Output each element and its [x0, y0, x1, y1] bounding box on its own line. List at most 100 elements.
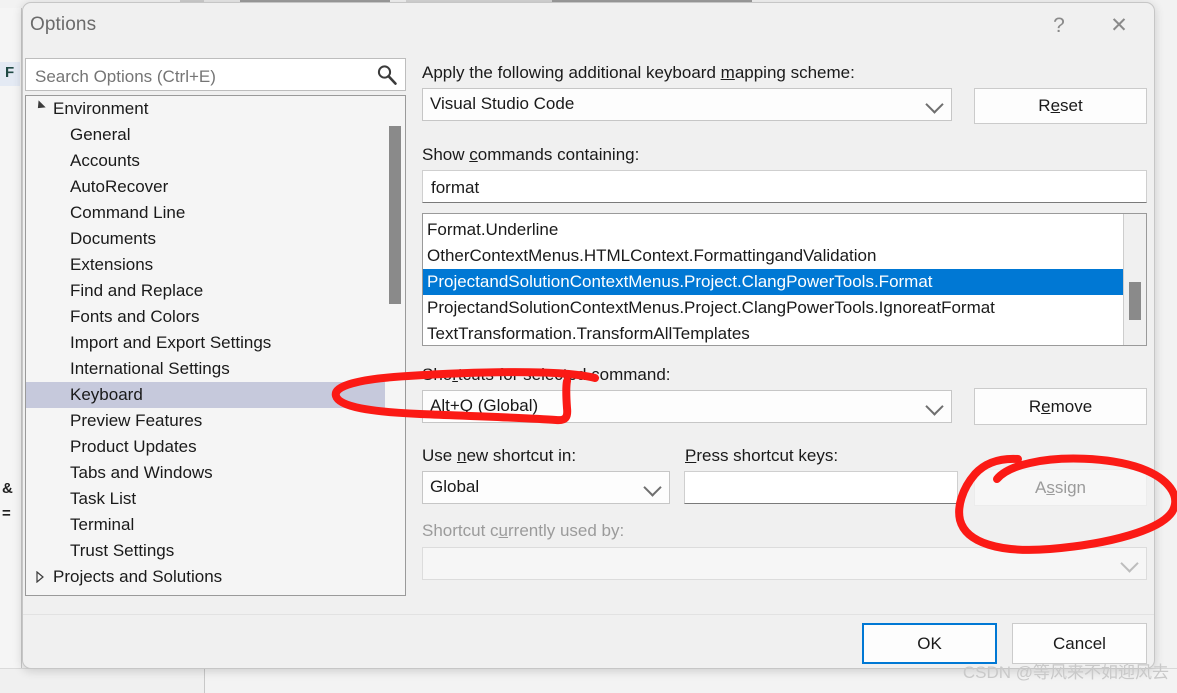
tree-scrollbar[interactable] — [385, 96, 405, 595]
reset-button[interactable]: Reset — [974, 88, 1147, 124]
chevron-down-icon[interactable] — [643, 478, 662, 497]
use-new-shortcut-label-post: ew shortcut in: — [466, 446, 577, 465]
currently-used-label: Shortcut currently used by: — [422, 521, 624, 541]
command-list-item[interactable]: TextTransformation.TransformAllTemplates — [423, 321, 1124, 345]
search-icon[interactable] — [376, 64, 398, 86]
tree-item-find-and-replace[interactable]: Find and Replace — [26, 278, 385, 304]
tree-item-label: Task List — [70, 489, 137, 508]
tree-item-task-list[interactable]: Task List — [26, 486, 385, 512]
tree-item-label: Projects and Solutions — [53, 567, 223, 586]
close-icon[interactable]: ✕ — [1096, 3, 1142, 47]
shortcuts-value: Alt+Q (Global) — [430, 396, 539, 415]
use-new-shortcut-label: Use new shortcut in: — [422, 446, 576, 466]
tree-item-label: Terminal — [70, 515, 135, 534]
tree-item-fonts-and-colors[interactable]: Fonts and Colors — [26, 304, 385, 330]
tree-item-international-settings[interactable]: International Settings — [26, 356, 385, 382]
show-commands-label-post: ommands containing: — [477, 145, 640, 164]
shortcuts-label: Shortcuts for selected command: — [422, 365, 671, 385]
tree-item-tabs-and-windows[interactable]: Tabs and Windows — [26, 460, 385, 486]
background-left-pane — [0, 8, 23, 673]
press-shortcut-label: Press shortcut keys: — [685, 446, 838, 466]
mapping-scheme-label-accel: m — [720, 63, 735, 82]
use-new-shortcut-value: Global — [430, 477, 480, 496]
remove-button[interactable]: Remove — [974, 388, 1147, 425]
options-category-tree[interactable]: Environment General Accounts AutoRecover Com… — [25, 95, 406, 596]
commands-scrollbar[interactable] — [1123, 214, 1146, 345]
press-shortcut-label-post: ress shortcut keys: — [696, 446, 839, 465]
tree-item-label: Trust Settings — [70, 541, 175, 560]
tree-item-accounts[interactable]: Accounts — [26, 148, 385, 174]
shortcuts-label-post: tcuts for selected command: — [457, 365, 671, 384]
tree-item-documents[interactable]: Documents — [26, 226, 385, 252]
mapping-scheme-combo[interactable]: Visual Studio Code — [422, 88, 952, 121]
footer-separator — [23, 614, 1154, 615]
tree-item-terminal[interactable]: Terminal — [26, 512, 385, 538]
options-dialog: Options ? ✕ Environment General Accounts Au… — [22, 2, 1155, 669]
tree-item-label: Fonts and Colors — [70, 307, 200, 326]
tree-item-environment[interactable]: Environment — [26, 96, 385, 122]
tree-item-import-and-export-settings[interactable]: Import and Export Settings — [26, 330, 385, 356]
mapping-scheme-value: Visual Studio Code — [430, 94, 575, 113]
tree-item-label: AutoRecover — [70, 177, 169, 196]
assign-button[interactable]: Assign — [974, 469, 1147, 506]
tree-item-projects-and-solutions[interactable]: Projects and Solutions — [26, 564, 385, 590]
reset-label: Reset — [1038, 96, 1083, 115]
command-list-item[interactable]: ProjectandSolutionContextMenus.Project.C… — [423, 295, 1124, 321]
help-icon[interactable]: ? — [1036, 3, 1082, 47]
commands-listbox[interactable]: Format.Underline OtherContextMenus.HTMLCo… — [422, 213, 1147, 346]
background-code-fragment-1: F — [5, 64, 15, 81]
show-commands-label-accel: c — [469, 145, 478, 164]
tree-item-keyboard[interactable]: Keyboard — [26, 382, 385, 408]
use-new-shortcut-combo[interactable]: Global — [422, 471, 670, 504]
mapping-scheme-label-pre: Apply the following additional keyboard — [422, 63, 721, 82]
tree-item-label: General — [70, 125, 131, 144]
show-commands-textbox[interactable] — [422, 170, 1147, 203]
background-status-left — [0, 668, 205, 693]
press-shortcut-input[interactable] — [691, 475, 946, 503]
chevron-down-icon[interactable] — [925, 397, 944, 416]
currently-used-combo — [422, 547, 1147, 580]
tree-item-label: Accounts — [70, 151, 140, 170]
dialog-title-bar: Options ? ✕ — [23, 3, 1154, 47]
background-code-fragment-2: & — [2, 480, 13, 497]
tree-item-label: Command Line — [70, 203, 186, 222]
tree-item-trust-settings[interactable]: Trust Settings — [26, 538, 385, 564]
tree-item-product-updates[interactable]: Product Updates — [26, 434, 385, 460]
expander-closed-icon — [36, 571, 44, 583]
tree-scrollbar-thumb[interactable] — [389, 126, 401, 304]
press-shortcut-label-accel: P — [685, 446, 697, 465]
tree-item-general[interactable]: General — [26, 122, 385, 148]
show-commands-label: Show commands containing: — [422, 145, 639, 165]
command-list-item[interactable]: Format.Underline — [423, 217, 1124, 243]
tree-item-label: Extensions — [70, 255, 154, 274]
mapping-scheme-label: Apply the following additional keyboard … — [422, 63, 855, 83]
currently-used-label-post: rrently used by: — [508, 521, 625, 540]
tree-item-label: Environment — [53, 99, 149, 118]
tree-item-preview-features[interactable]: Preview Features — [26, 408, 385, 434]
commands-scrollbar-thumb[interactable] — [1129, 282, 1141, 320]
tree-item-label: Find and Replace — [70, 281, 204, 300]
shortcuts-combo[interactable]: Alt+Q (Global) — [422, 390, 952, 423]
background-code-fragment-3: = — [2, 505, 11, 522]
search-input[interactable] — [33, 63, 367, 90]
chevron-down-icon[interactable] — [925, 95, 944, 114]
tree-items: Environment General Accounts AutoRecover Com… — [26, 96, 385, 595]
remove-label: Remove — [1028, 396, 1093, 416]
command-list-item[interactable]: OtherContextMenus.HTMLContext.Formatting… — [423, 243, 1124, 269]
assign-label: Assign — [1034, 477, 1087, 497]
show-commands-label-pre: Show — [422, 145, 470, 164]
tree-item-command-line[interactable]: Command Line — [26, 200, 385, 226]
mapping-scheme-label-post: apping scheme: — [734, 63, 855, 82]
tree-item-label: Preview Features — [70, 411, 203, 430]
expander-open-icon[interactable] — [34, 100, 46, 112]
press-shortcut-textbox[interactable] — [684, 471, 958, 504]
tree-item-label: International Settings — [70, 359, 230, 378]
tree-item-label: Tabs and Windows — [70, 463, 213, 482]
search-options-box[interactable] — [25, 58, 406, 91]
show-commands-input[interactable] — [429, 174, 1099, 202]
tree-item-extensions[interactable]: Extensions — [26, 252, 385, 278]
tree-item-label: Product Updates — [70, 437, 197, 456]
command-list-item[interactable]: ProjectandSolutionContextMenus.Project.C… — [423, 269, 1124, 295]
tree-item-label: Import and Export Settings — [70, 333, 272, 352]
tree-item-autorecover[interactable]: AutoRecover — [26, 174, 385, 200]
